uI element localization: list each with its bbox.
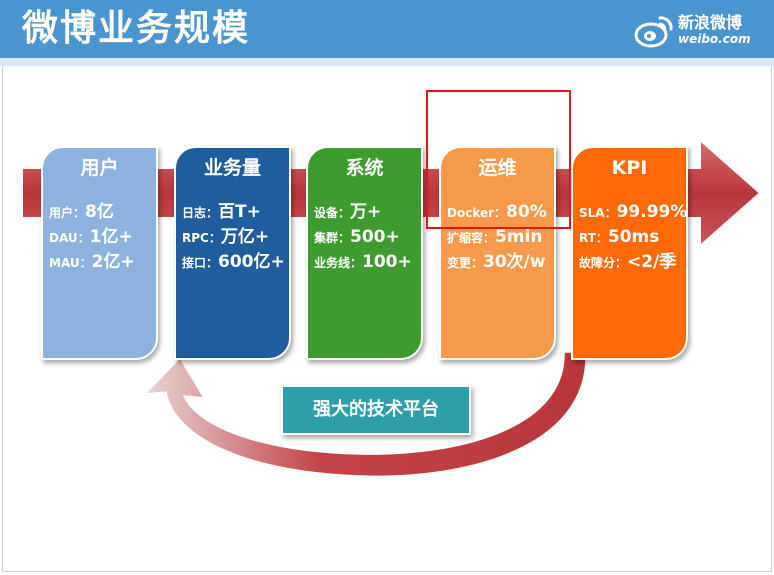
card-row: 故障分：<2/季 (579, 250, 684, 275)
card-rows: 用户：8亿 DAU：1亿+ MAU：2亿+ (49, 200, 154, 275)
row-label: MAU： (49, 256, 92, 270)
row-value: 百T+ (218, 202, 261, 222)
row-value: 99.99% (616, 202, 688, 222)
row-value: 8亿 (85, 202, 114, 222)
row-label: RPC： (182, 231, 221, 245)
row-label: SLA： (579, 206, 617, 220)
row-label: 用户： (49, 206, 86, 220)
card-row: SLA：99.99% (579, 200, 687, 225)
row-value: 1亿+ (89, 227, 133, 247)
row-value: 500+ (350, 227, 400, 247)
row-label: 设备： (314, 206, 351, 220)
card-title: 用户 (80, 157, 119, 179)
tech-platform-box: 强大的技术平台 (281, 385, 471, 435)
card-row: DAU：1亿+ (49, 225, 154, 250)
row-value: <2/季 (627, 252, 677, 272)
card-row: 设备：万+ (314, 200, 419, 225)
row-label: RT： (579, 231, 608, 245)
card-users: 用户 用户：8亿 DAU：1亿+ MAU：2亿+ (41, 146, 158, 360)
row-value: 5min (495, 227, 543, 247)
row-label: 故障分： (579, 256, 628, 270)
card-system: 系统 设备：万+ 集群：500+ 业务线：100+ (306, 146, 423, 360)
card-row: MAU：2亿+ (49, 250, 154, 275)
card-rows: SLA：99.99% RT：50ms 故障分：<2/季 (579, 200, 687, 275)
row-label: 日志： (182, 206, 219, 220)
card-title: 系统 (345, 157, 384, 179)
card-title: 业务量 (203, 157, 261, 179)
row-value: 2亿+ (91, 252, 135, 272)
row-label: 集群： (314, 231, 351, 245)
row-label: 扩缩容： (447, 231, 496, 245)
row-value: 600亿+ (218, 252, 285, 272)
card-row: 变更：30次/w (447, 250, 552, 275)
row-label: DAU： (49, 231, 90, 245)
card-title: KPI (611, 157, 648, 179)
card-row: RPC：万亿+ (182, 225, 287, 250)
row-label: 业务线： (314, 256, 363, 270)
row-label: 变更： (447, 256, 484, 270)
row-label: 接口： (182, 256, 219, 270)
row-value: 100+ (362, 252, 412, 272)
card-rows: 日志：百T+ RPC：万亿+ 接口：600亿+ (182, 200, 287, 275)
card-kpi: KPI SLA：99.99% RT：50ms 故障分：<2/季 (571, 146, 688, 360)
row-value: 30次/w (483, 252, 546, 272)
card-row: 日志：百T+ (182, 200, 287, 225)
highlight-box (426, 90, 571, 229)
row-value: 万亿+ (220, 227, 270, 247)
row-value: 50ms (607, 227, 660, 247)
row-value: 万+ (350, 202, 382, 222)
card-row: 集群：500+ (314, 225, 419, 250)
card-business-volume: 业务量 日志：百T+ RPC：万亿+ 接口：600亿+ (174, 146, 291, 360)
card-row: RT：50ms (579, 225, 684, 250)
card-row: 用户：8亿 (49, 200, 154, 225)
card-row: 接口：600亿+ (182, 250, 287, 275)
card-rows: 设备：万+ 集群：500+ 业务线：100+ (314, 200, 419, 275)
card-row: 业务线：100+ (314, 250, 419, 275)
